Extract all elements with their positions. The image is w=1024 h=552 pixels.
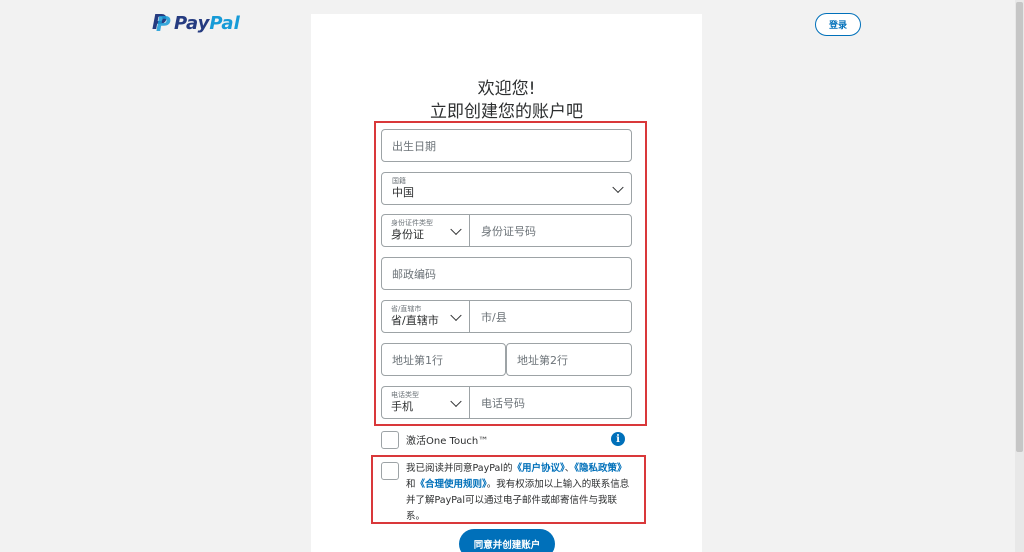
paypal-mark-icon: PP [152, 10, 171, 36]
form-highlight-box [374, 121, 647, 426]
welcome-heading: 欢迎您! [477, 79, 536, 99]
logo-text-pay: Pay [174, 12, 210, 34]
paypal-wordmark: PayPal [174, 13, 240, 34]
login-button[interactable]: 登录 [815, 13, 861, 36]
paypal-logo[interactable]: PP PayPal [152, 12, 240, 34]
one-touch-checkbox[interactable] [381, 431, 399, 449]
agreement-highlight-box [371, 455, 646, 524]
page-scrollbar[interactable] [1015, 0, 1024, 552]
info-icon[interactable]: i [611, 432, 625, 446]
scrollbar-thumb[interactable] [1016, 2, 1023, 452]
one-touch-label: 激活One Touch™ [406, 436, 489, 447]
create-account-heading: 立即创建您的账户吧 [430, 102, 583, 122]
agree-create-account-button[interactable]: 同意并创建账户 [459, 529, 555, 552]
logo-text-pal: Pal [209, 12, 240, 34]
